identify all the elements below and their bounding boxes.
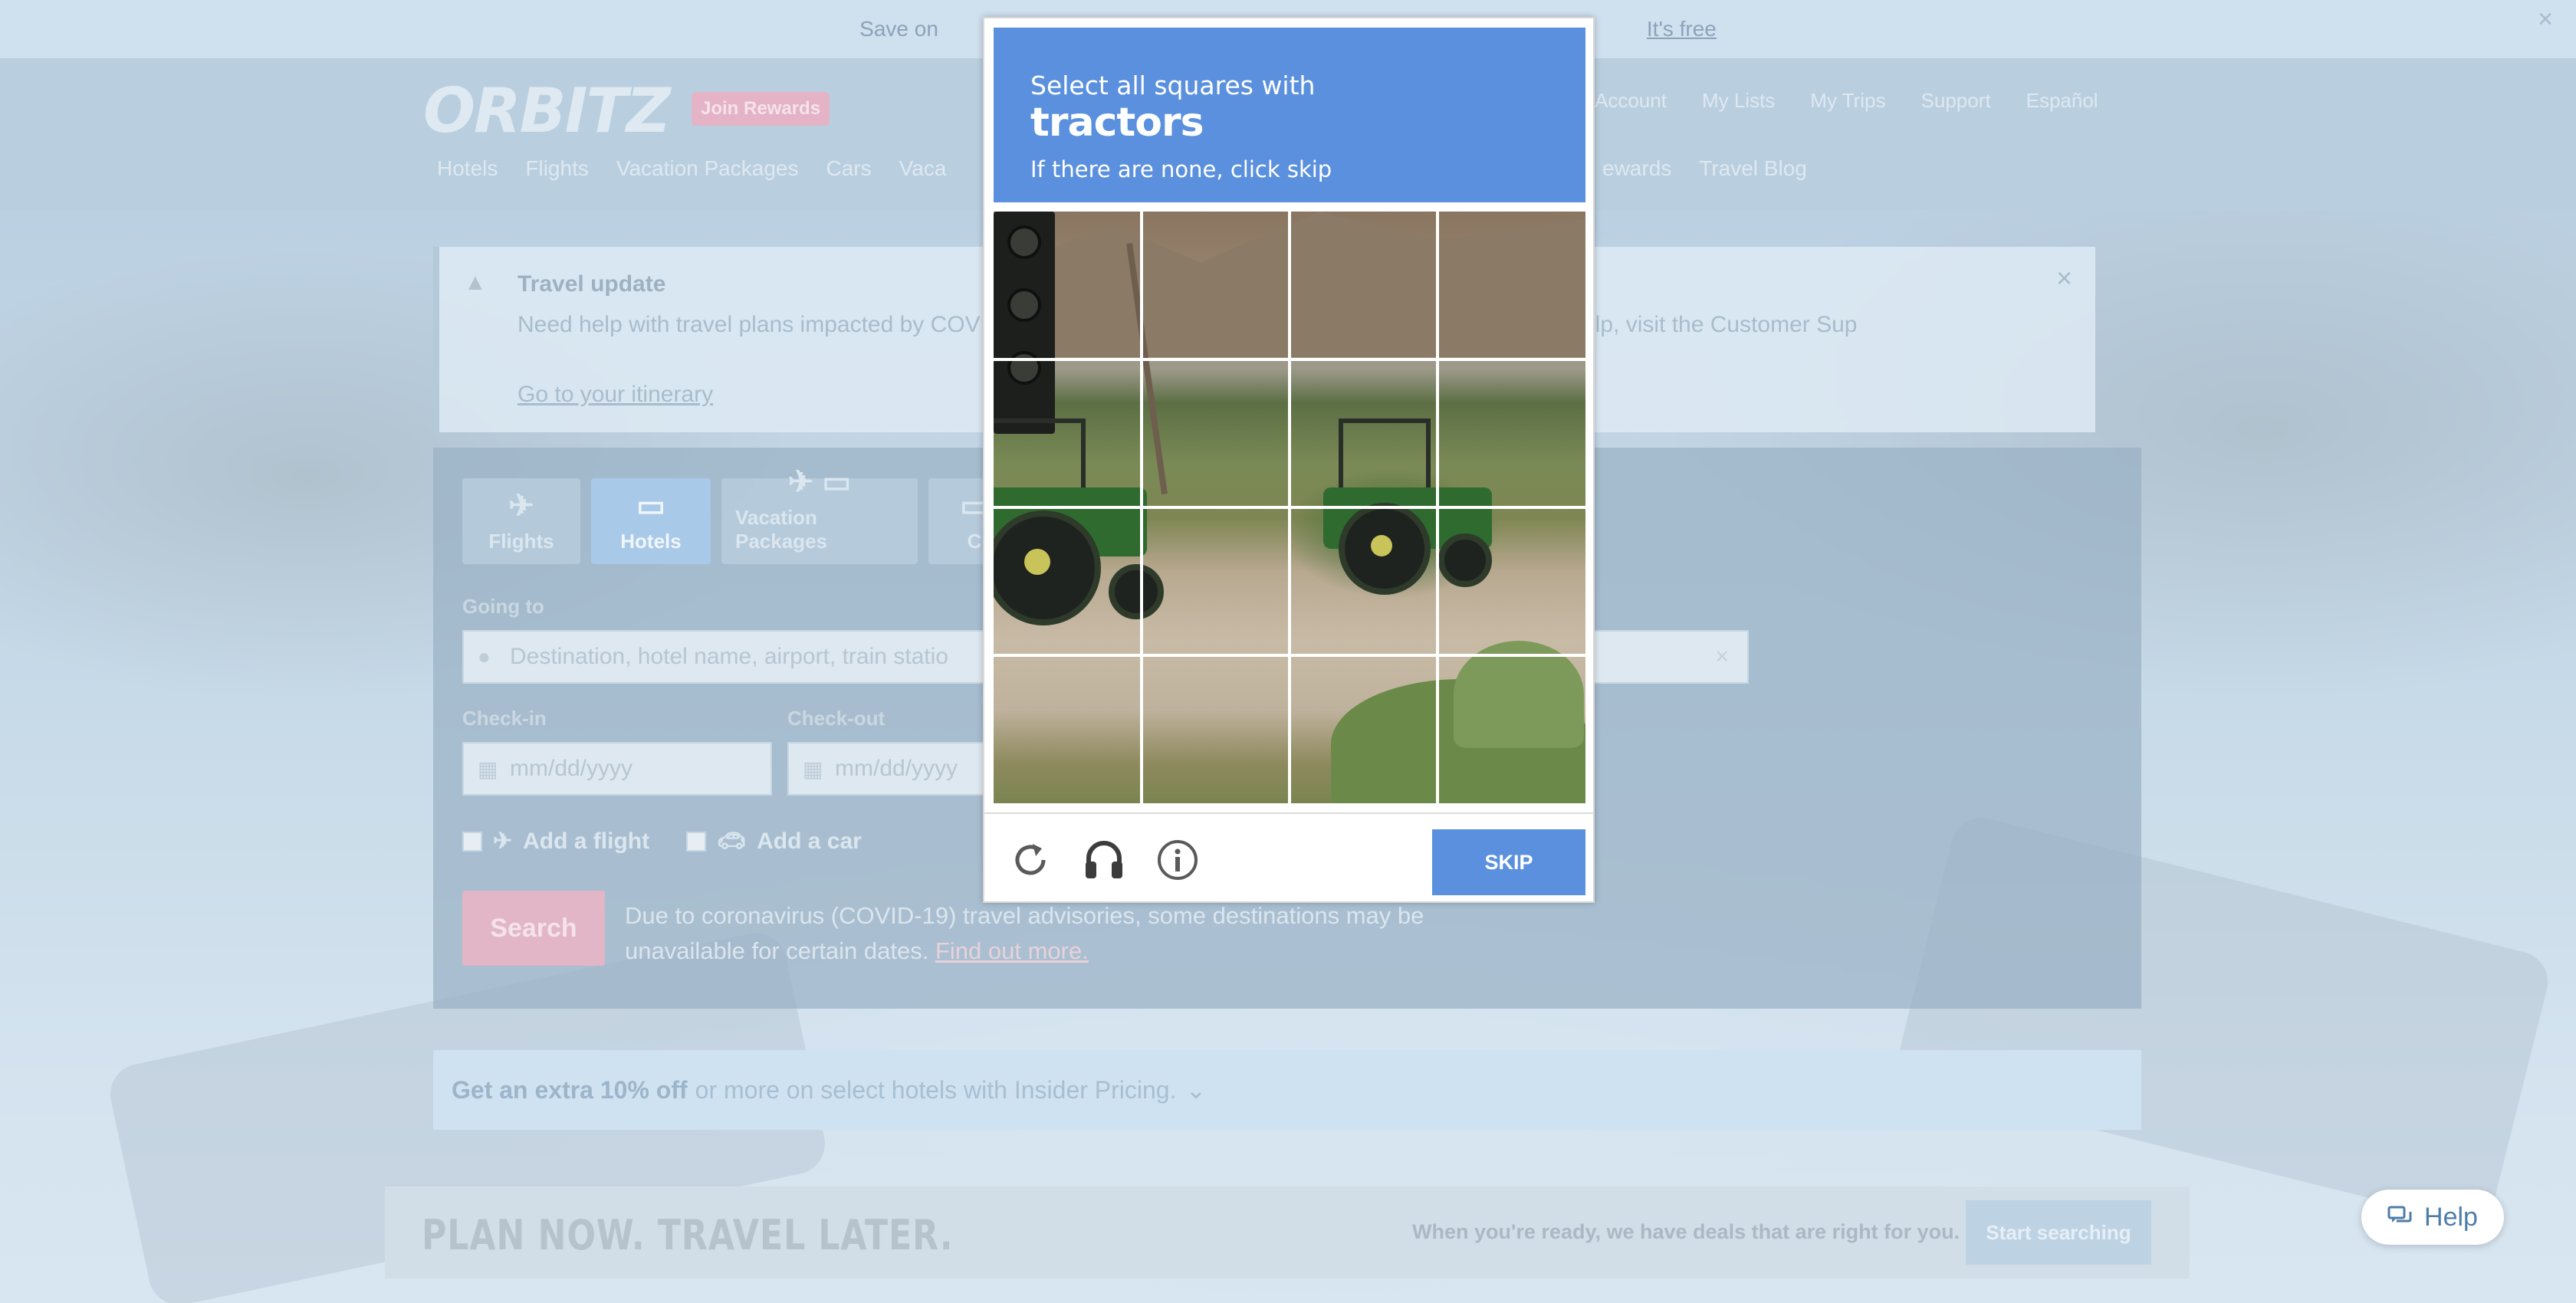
checkin-label: Check-in — [462, 707, 547, 730]
search-button[interactable]: Search — [462, 891, 605, 966]
going-to-label: Going to — [462, 595, 544, 618]
calendar-icon: ▦ — [803, 757, 823, 781]
tab-label: Flights — [488, 530, 554, 553]
calendar-icon: ▦ — [478, 757, 498, 781]
captcha-tile-8[interactable] — [1439, 361, 1585, 509]
start-searching-button[interactable]: Start searching — [1966, 1200, 2151, 1265]
add-car-option[interactable]: 🚗︎ Add a car — [686, 828, 862, 855]
add-car-label: Add a car — [757, 828, 862, 854]
destination-placeholder: Destination, hotel name, airport, train … — [510, 644, 948, 669]
bed-icon: ▭ — [636, 489, 665, 523]
captcha-challenge: Select all squares with tractors If ther… — [983, 17, 1595, 903]
plan-now-banner: PLAN NOW. TRAVEL LATER. When you're read… — [385, 1186, 2190, 1278]
nav-support[interactable]: Support — [1921, 89, 1991, 113]
promo-link[interactable]: It's free — [1647, 17, 1717, 41]
captcha-prompt: Select all squares with tractors If ther… — [994, 28, 1585, 202]
checkout-label: Check-out — [787, 707, 886, 730]
audio-challenge-icon[interactable] — [1079, 835, 1129, 885]
plane-bed-icon: ✈ ▭ — [787, 465, 852, 499]
tab-flights[interactable]: ✈ Flights — [462, 478, 580, 564]
plane-icon: ✈ — [493, 829, 513, 854]
captcha-tile-10[interactable] — [1143, 509, 1291, 657]
skip-button[interactable]: SKIP — [1432, 829, 1585, 895]
nav-flights[interactable]: Flights — [525, 156, 588, 181]
car-icon: 🚗︎ — [717, 829, 747, 854]
warning-icon: ▲ — [464, 270, 487, 295]
chat-icon — [2387, 1206, 2412, 1223]
tab-hotels[interactable]: ▭ Hotels — [591, 478, 711, 564]
help-button[interactable]: Help — [2361, 1190, 2504, 1245]
captcha-tile-2[interactable] — [1143, 212, 1291, 359]
plan-subtitle: When you're ready, we have deals that ar… — [1412, 1220, 1960, 1243]
nav-hotels[interactable]: Hotels — [437, 156, 498, 181]
nav-travel-blog[interactable]: Travel Blog — [1699, 156, 1807, 181]
orbitz-logo[interactable]: ORBITZ — [423, 75, 671, 146]
plan-title: PLAN NOW. TRAVEL LATER. — [422, 1211, 954, 1259]
captcha-tile-1[interactable] — [994, 212, 1142, 359]
add-car-checkbox[interactable] — [686, 831, 706, 852]
captcha-tile-11[interactable] — [1291, 509, 1439, 657]
captcha-tile-4[interactable] — [1439, 212, 1585, 359]
account-nav: Account My Lists My Trips Support Españo… — [1595, 89, 2098, 113]
chevron-down-icon: ⌄ — [1185, 1076, 1207, 1104]
itinerary-link[interactable]: Go to your itinerary — [518, 382, 713, 408]
tab-label: C — [967, 530, 982, 553]
travel-update-title: Travel update — [518, 271, 666, 297]
nav-vacation-packages[interactable]: Vacation Packages — [616, 156, 799, 181]
nav-account[interactable]: Account — [1595, 89, 1667, 113]
captcha-target: tractors — [1030, 100, 1204, 146]
captcha-tile-14[interactable] — [1143, 657, 1291, 803]
insider-bold: Get an extra 10% off — [452, 1075, 688, 1104]
captcha-hint: If there are none, click skip — [1030, 156, 1332, 182]
captcha-tile-9[interactable] — [994, 509, 1142, 657]
close-icon[interactable]: × — [2056, 262, 2072, 294]
find-out-more-link[interactable]: Find out more. — [935, 937, 1089, 964]
insider-text: or more on select hotels with Insider Pr… — [695, 1075, 1177, 1104]
add-flight-option[interactable]: ✈ Add a flight — [462, 828, 649, 855]
captcha-image-grid — [994, 212, 1585, 803]
checkin-placeholder: mm/dd/yyyy — [510, 756, 633, 781]
add-flight-checkbox[interactable] — [462, 831, 482, 852]
plane-icon: ✈ — [508, 489, 534, 523]
search-tabs: ✈ Flights ▭ Hotels ✈ ▭ Vacation Packages… — [462, 465, 1020, 564]
captcha-tile-6[interactable] — [1143, 361, 1291, 509]
main-nav: Hotels Flights Vacation Packages Cars Va… — [437, 156, 946, 181]
tab-vacation-packages[interactable]: ✈ ▭ Vacation Packages — [721, 465, 918, 564]
nav-rewards[interactable]: ewards — [1602, 156, 1671, 181]
join-rewards-badge[interactable]: Join Rewards — [692, 92, 830, 126]
captcha-tile-16[interactable] — [1439, 657, 1585, 803]
captcha-tile-7[interactable] — [1291, 361, 1439, 509]
tab-label: Hotels — [620, 530, 682, 553]
nav-vacation-rentals[interactable]: Vaca — [899, 156, 947, 181]
checkout-placeholder: mm/dd/yyyy — [835, 756, 958, 781]
location-pin-icon: ● — [478, 645, 491, 668]
refresh-icon[interactable] — [1006, 835, 1055, 885]
info-icon[interactable] — [1153, 835, 1202, 885]
captcha-tile-13[interactable] — [994, 657, 1142, 803]
tab-label: Vacation Packages — [735, 506, 827, 553]
promo-text: Save on — [859, 17, 938, 41]
add-flight-label: Add a flight — [523, 828, 650, 854]
captcha-divider — [984, 812, 1593, 814]
captcha-tile-3[interactable] — [1291, 212, 1439, 359]
captcha-tile-5[interactable] — [994, 361, 1142, 509]
captcha-instruction: Select all squares with — [1030, 71, 1316, 100]
captcha-tile-15[interactable] — [1291, 657, 1439, 803]
insider-pricing-bar[interactable]: Get an extra 10% off or more on select h… — [433, 1050, 2141, 1130]
checkin-input[interactable]: ▦ mm/dd/yyyy — [462, 742, 772, 796]
close-icon[interactable]: × — [2538, 5, 2553, 34]
nav-language[interactable]: Español — [2026, 89, 2098, 113]
clear-icon[interactable]: × — [1715, 644, 1729, 670]
nav-my-lists[interactable]: My Lists — [1702, 89, 1775, 113]
captcha-tile-12[interactable] — [1439, 509, 1585, 657]
nav-cars[interactable]: Cars — [826, 156, 871, 181]
main-nav-right: ewards Travel Blog — [1602, 156, 1807, 181]
covid-note: Due to coronavirus (COVID-19) travel adv… — [625, 898, 1545, 969]
help-label: Help — [2424, 1202, 2478, 1232]
nav-my-trips[interactable]: My Trips — [1810, 89, 1885, 113]
